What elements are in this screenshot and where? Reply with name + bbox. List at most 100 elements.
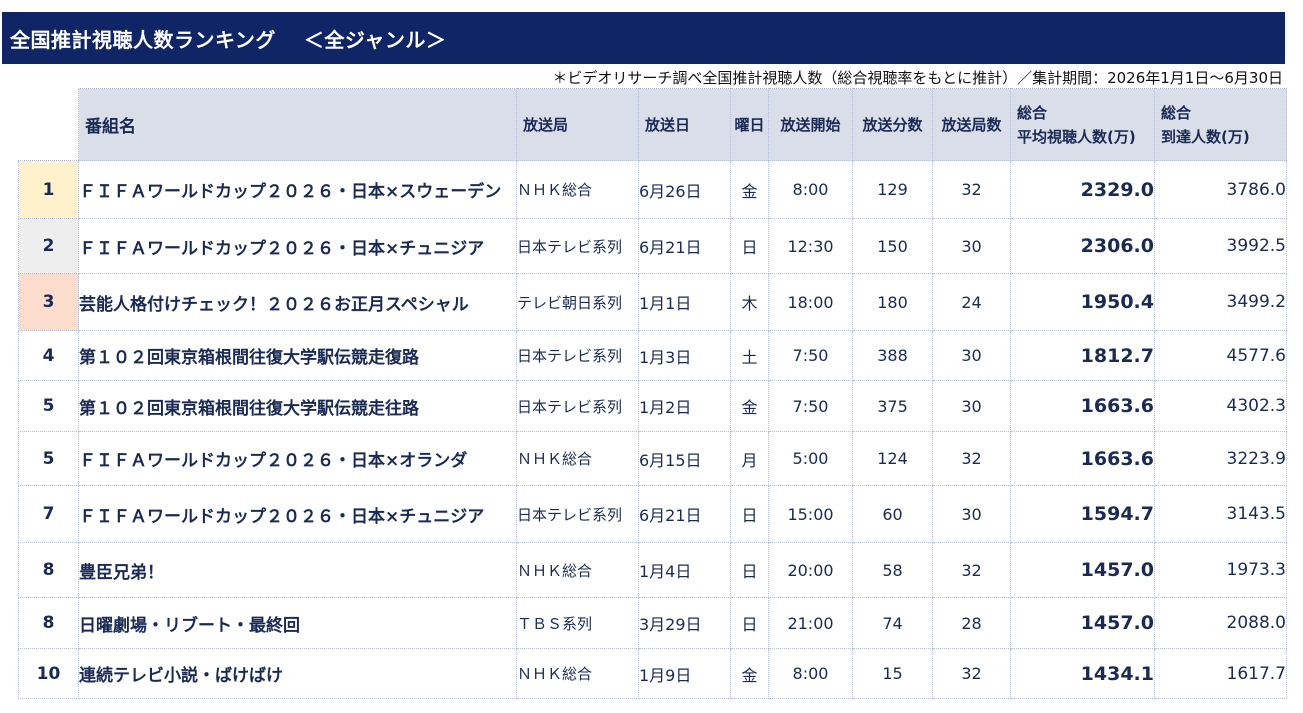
program-name: 豊臣兄弟！ bbox=[78, 542, 517, 598]
station-count-cell: 30 bbox=[932, 380, 1011, 432]
table-row: 2 ＦＩＦＡワールドカップ２０２６・日本×チュニジア 日本テレビ系列 6月21日… bbox=[18, 218, 1287, 274]
table-row: 3 芸能人格付けチェック！２０２６お正月スペシャル テレビ朝日系列 1月1日 木… bbox=[18, 273, 1287, 331]
table-row: 5 ＦＩＦＡワールドカップ２０２６・日本×オランダ ＮＨＫ総合 6月15日 月 … bbox=[18, 431, 1287, 486]
rank-cell: 8 bbox=[18, 542, 79, 598]
date-cell: 1月2日 bbox=[638, 380, 731, 432]
program-name: ＦＩＦＡワールドカップ２０２６・日本×オランダ bbox=[78, 431, 517, 486]
program-name: ＦＩＦＡワールドカップ２０２６・日本×スウェーデン bbox=[78, 160, 517, 219]
minutes-cell: 74 bbox=[852, 597, 933, 649]
station-count-cell: 24 bbox=[932, 273, 1011, 331]
station-count-cell: 30 bbox=[932, 330, 1011, 381]
header-minutes: 放送分数 bbox=[852, 88, 933, 161]
station-cell: ＮＨＫ総合 bbox=[516, 542, 639, 598]
start-time-cell: 7:50 bbox=[768, 380, 853, 432]
rank-cell: 2 bbox=[18, 218, 79, 274]
minutes-cell: 58 bbox=[852, 542, 933, 598]
station-cell: 日本テレビ系列 bbox=[516, 218, 639, 274]
table-row: 10 連続テレビ小説・ばけばけ ＮＨＫ総合 1月9日 金 8:00 15 32 … bbox=[18, 648, 1287, 699]
start-time-cell: 20:00 bbox=[768, 542, 853, 598]
station-count-cell: 32 bbox=[932, 648, 1011, 699]
header-program: 番組名 bbox=[78, 88, 517, 161]
program-name: 連続テレビ小説・ばけばけ bbox=[78, 648, 517, 699]
header-rank bbox=[18, 88, 79, 161]
station-cell: 日本テレビ系列 bbox=[516, 485, 639, 543]
genre-label: ＜全ジャンル＞ bbox=[303, 27, 447, 52]
station-count-cell: 32 bbox=[932, 542, 1011, 598]
table-row: 8 日曜劇場・リブート・最終回 ＴＢＳ系列 3月29日 日 21:00 74 2… bbox=[18, 597, 1287, 649]
table-row: 7 ＦＩＦＡワールドカップ２０２６・日本×チュニジア 日本テレビ系列 6月21日… bbox=[18, 485, 1287, 543]
date-cell: 1月3日 bbox=[638, 330, 731, 381]
start-time-cell: 21:00 bbox=[768, 597, 853, 649]
minutes-cell: 129 bbox=[852, 160, 933, 219]
minutes-cell: 124 bbox=[852, 431, 933, 486]
date-cell: 1月4日 bbox=[638, 542, 731, 598]
header-avg-line1: 総合 bbox=[1017, 103, 1048, 122]
station-count-cell: 32 bbox=[932, 431, 1011, 486]
avg-viewers-cell: 1457.0 bbox=[1010, 597, 1155, 649]
reach-cell: 3786.0 bbox=[1154, 160, 1287, 219]
weekday-cell: 日 bbox=[730, 542, 769, 598]
weekday-cell: 日 bbox=[730, 597, 769, 649]
station-cell: 日本テレビ系列 bbox=[516, 330, 639, 381]
date-cell: 6月21日 bbox=[638, 218, 731, 274]
avg-viewers-cell: 1663.6 bbox=[1010, 380, 1155, 432]
reach-cell: 1617.7 bbox=[1154, 648, 1287, 699]
table-row: 4 第１０２回東京箱根間往復大学駅伝競走復路 日本テレビ系列 1月3日 土 7:… bbox=[18, 330, 1287, 381]
start-time-cell: 7:50 bbox=[768, 330, 853, 381]
table-row: 5 第１０２回東京箱根間往復大学駅伝競走往路 日本テレビ系列 1月2日 金 7:… bbox=[18, 380, 1287, 432]
weekday-cell: 金 bbox=[730, 160, 769, 219]
rank-cell: 3 bbox=[18, 273, 79, 331]
start-time-cell: 5:00 bbox=[768, 431, 853, 486]
rank-cell: 10 bbox=[18, 648, 79, 699]
weekday-cell: 土 bbox=[730, 330, 769, 381]
station-cell: ＮＨＫ総合 bbox=[516, 160, 639, 219]
weekday-cell: 日 bbox=[730, 218, 769, 274]
rank-cell: 7 bbox=[18, 485, 79, 543]
weekday-cell: 木 bbox=[730, 273, 769, 331]
date-cell: 3月29日 bbox=[638, 597, 731, 649]
rank-cell: 5 bbox=[18, 431, 79, 486]
station-cell: ＮＨＫ総合 bbox=[516, 648, 639, 699]
station-count-cell: 30 bbox=[932, 485, 1011, 543]
program-name: ＦＩＦＡワールドカップ２０２６・日本×チュニジア bbox=[78, 485, 517, 543]
header-avg-viewers: 総合 平均視聴人数(万) bbox=[1010, 88, 1155, 161]
station-count-cell: 28 bbox=[932, 597, 1011, 649]
reach-cell: 1973.3 bbox=[1154, 542, 1287, 598]
table-row: 8 豊臣兄弟！ ＮＨＫ総合 1月4日 日 20:00 58 32 1457.0 … bbox=[18, 542, 1287, 598]
program-name: 日曜劇場・リブート・最終回 bbox=[78, 597, 517, 649]
rank-cell: 1 bbox=[18, 160, 79, 219]
date-cell: 6月15日 bbox=[638, 431, 731, 486]
title-bar: 全国推計視聴人数ランキング ＜全ジャンル＞ bbox=[2, 12, 1285, 64]
start-time-cell: 15:00 bbox=[768, 485, 853, 543]
station-count-cell: 30 bbox=[932, 218, 1011, 274]
minutes-cell: 150 bbox=[852, 218, 933, 274]
weekday-cell: 金 bbox=[730, 380, 769, 432]
header-reach: 総合 到達人数(万) bbox=[1154, 88, 1287, 161]
date-cell: 1月1日 bbox=[638, 273, 731, 331]
minutes-cell: 15 bbox=[852, 648, 933, 699]
avg-viewers-cell: 1434.1 bbox=[1010, 648, 1155, 699]
minutes-cell: 60 bbox=[852, 485, 933, 543]
avg-viewers-cell: 1812.7 bbox=[1010, 330, 1155, 381]
rank-cell: 4 bbox=[18, 330, 79, 381]
station-cell: 日本テレビ系列 bbox=[516, 380, 639, 432]
source-note: ＊ビデオリサーチ調べ全国推計視聴人数（総合視聴率をもとに推計）／集計期間：202… bbox=[552, 69, 1283, 87]
avg-viewers-cell: 1950.4 bbox=[1010, 273, 1155, 331]
ranking-table: 番組名 放送局 放送日 曜日 放送開始 放送分数 放送局数 総合 平均視聴人数(… bbox=[18, 88, 1287, 699]
minutes-cell: 375 bbox=[852, 380, 933, 432]
station-cell: テレビ朝日系列 bbox=[516, 273, 639, 331]
table-row: 1 ＦＩＦＡワールドカップ２０２６・日本×スウェーデン ＮＨＫ総合 6月26日 … bbox=[18, 160, 1287, 219]
header-reach-line2: 到達人数(万) bbox=[1161, 127, 1250, 146]
minutes-cell: 180 bbox=[852, 273, 933, 331]
reach-cell: 3499.2 bbox=[1154, 273, 1287, 331]
weekday-cell: 日 bbox=[730, 485, 769, 543]
date-cell: 6月26日 bbox=[638, 160, 731, 219]
header-station: 放送局 bbox=[516, 88, 639, 161]
date-cell: 6月21日 bbox=[638, 485, 731, 543]
start-time-cell: 8:00 bbox=[768, 160, 853, 219]
avg-viewers-cell: 2306.0 bbox=[1010, 218, 1155, 274]
reach-cell: 3992.5 bbox=[1154, 218, 1287, 274]
reach-cell: 3143.5 bbox=[1154, 485, 1287, 543]
weekday-cell: 金 bbox=[730, 648, 769, 699]
minutes-cell: 388 bbox=[852, 330, 933, 381]
